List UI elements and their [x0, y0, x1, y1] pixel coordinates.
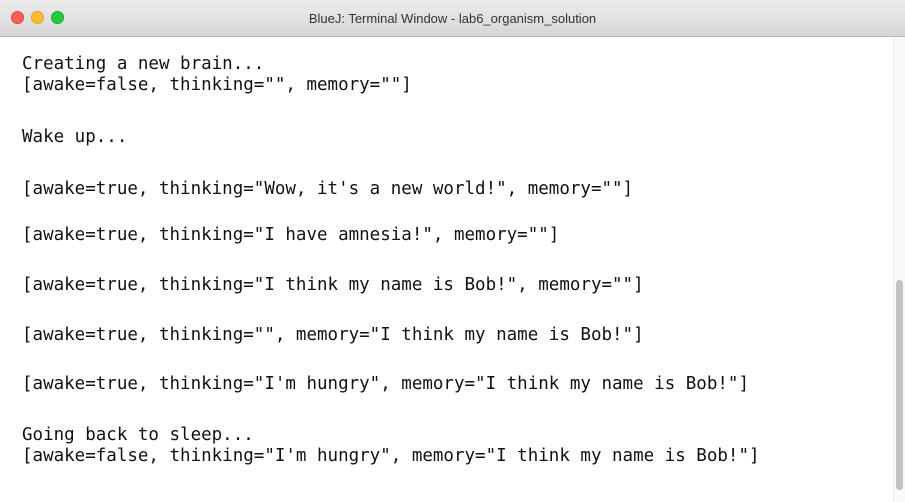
- terminal-line: [awake=true, thinking="I have amnesia!",…: [22, 225, 560, 245]
- terminal-line: [awake=true, thinking="", memory="I thin…: [22, 325, 644, 345]
- terminal-line: [awake=true, thinking="Wow, it's a new w…: [22, 179, 634, 199]
- terminal-output[interactable]: Creating a new brain... [awake=false, th…: [0, 37, 893, 502]
- title-bar[interactable]: BlueJ: Terminal Window - lab6_organism_s…: [0, 0, 905, 37]
- scrollbar-thumb[interactable]: [896, 280, 903, 490]
- terminal-line: Going back to sleep...: [22, 425, 254, 445]
- terminal-window: BlueJ: Terminal Window - lab6_organism_s…: [0, 0, 905, 502]
- terminal-line: Creating a new brain...: [22, 54, 265, 74]
- window-title: BlueJ: Terminal Window - lab6_organism_s…: [308, 11, 597, 26]
- terminal-line: [awake=true, thinking="I'm hungry", memo…: [22, 374, 749, 394]
- terminal-line: [awake=false, thinking="I'm hungry", mem…: [22, 446, 760, 466]
- terminal-line: [awake=true, thinking="I think my name i…: [22, 275, 644, 295]
- terminal-line: Wake up...: [22, 127, 128, 147]
- terminal-line: [awake=false, thinking="", memory=""]: [22, 75, 412, 95]
